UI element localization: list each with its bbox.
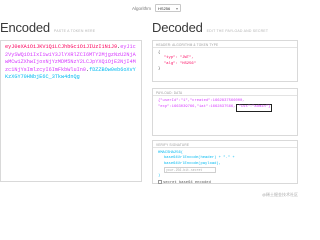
algorithm-value: HS256 bbox=[158, 5, 171, 11]
watermark: @稀土掘金技术社区 bbox=[261, 192, 298, 197]
algorithm-bar: Algorithm HS256 ▾ bbox=[132, 4, 182, 12]
payload-panel-title: PAYLOAD: DATA bbox=[153, 89, 297, 96]
signature-panel: VERIFY SIGNATURE HMACSHA256( base64UrlEn… bbox=[152, 140, 298, 185]
payload-highlight: "iss":"admin"} bbox=[236, 104, 273, 112]
encoded-heading: Encoded PASTE A TOKEN HERE bbox=[0, 20, 95, 35]
signature-body: HMACSHA256( base64UrlEncode(header) + ".… bbox=[153, 148, 297, 189]
header-panel-title: HEADER: ALGORITHM & TOKEN TYPE bbox=[153, 41, 297, 48]
header-panel: HEADER: ALGORITHM & TOKEN TYPE { "typ": … bbox=[152, 40, 298, 82]
token-header-part: eyJ0eXAiOiJKV1QiLCJhbGciOiJIUzI1NiJ9 bbox=[5, 44, 118, 50]
encoded-token-input[interactable]: eyJ0eXAiOiJKV1QiLCJhbGciOiJIUzI1NiJ9.eyJ… bbox=[0, 40, 142, 182]
signature-panel-title: VERIFY SIGNATURE bbox=[153, 141, 297, 148]
payload-json-line: "exp":1663039766,"iat":1662837566, bbox=[158, 105, 236, 110]
encoded-title: Encoded bbox=[0, 20, 50, 35]
algorithm-select[interactable]: HS256 ▾ bbox=[155, 4, 182, 12]
payload-panel: PAYLOAD: DATA {"userId":"1","created":16… bbox=[152, 88, 298, 136]
decoded-heading: Decoded EDIT THE PAYLOAD AND SECRET bbox=[152, 20, 268, 35]
json-close-brace: } bbox=[158, 67, 161, 72]
decoded-subtitle: EDIT THE PAYLOAD AND SECRET bbox=[206, 29, 269, 33]
payload-json-editor[interactable]: {"userId":"1","created":1662837566000, "… bbox=[153, 96, 297, 115]
decoded-title: Decoded bbox=[152, 20, 203, 35]
secret-input[interactable]: your-256-bit-secret bbox=[164, 167, 216, 173]
header-json-editor[interactable]: { "typ": "JWT", "alg": "HS256" } bbox=[153, 48, 297, 76]
algorithm-label: Algorithm bbox=[132, 5, 152, 11]
base64-checkbox-label: secret base64 encoded bbox=[163, 180, 211, 185]
base64-option: secret base64 encoded bbox=[158, 179, 292, 186]
chevron-down-icon: ▾ bbox=[176, 5, 179, 11]
base64-checkbox[interactable] bbox=[158, 179, 162, 184]
encoded-subtitle: PASTE A TOKEN HERE bbox=[53, 29, 96, 33]
